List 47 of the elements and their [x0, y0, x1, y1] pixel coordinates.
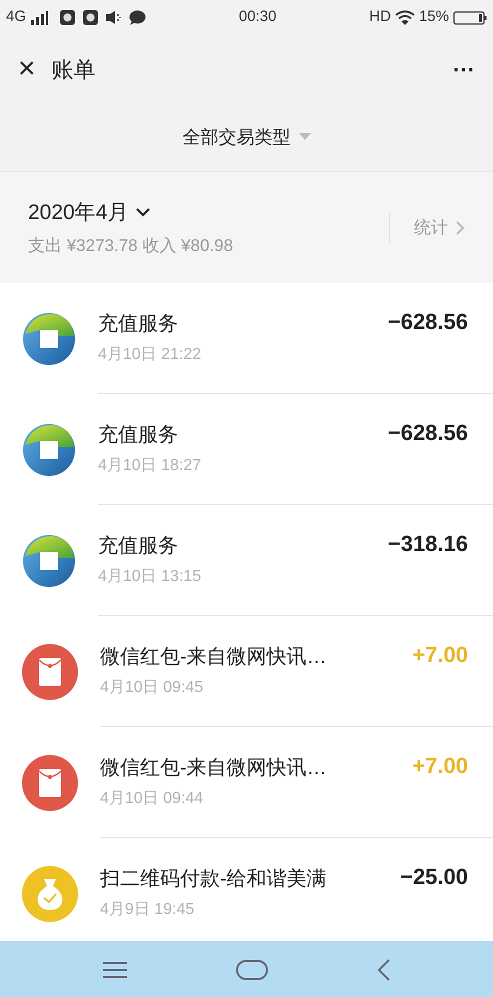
transaction-time: 4月10日 09:44 — [100, 789, 204, 809]
transaction-title: 充值服务 — [98, 423, 179, 448]
envelope-icon — [22, 754, 78, 810]
month-summary: 支出 ¥3273.78 收入 ¥80.98 — [28, 234, 234, 256]
chevron-down-icon — [136, 208, 150, 218]
transaction-amount: +7.00 — [412, 752, 468, 780]
hd-label: HD — [369, 7, 391, 28]
notification-icon — [60, 10, 76, 25]
transaction-time: 4月10日 09:45 — [100, 678, 204, 698]
status-time: 00:30 — [238, 8, 276, 26]
transaction-title: 微信红包-来自微网快讯… — [100, 645, 328, 670]
transaction-amount: −628.56 — [388, 419, 468, 447]
home-icon — [236, 958, 268, 980]
wifi-icon — [394, 10, 415, 25]
transaction-time: 4月9日 19:45 — [100, 900, 196, 920]
battery-percent: 15% — [418, 7, 449, 28]
month-selector[interactable]: 2020年4月 — [28, 197, 150, 228]
chat-icon — [129, 10, 146, 25]
more-button[interactable]: ··· — [453, 52, 475, 86]
transaction-type-filter[interactable]: 全部交易类型 — [182, 124, 310, 150]
chevron-right-icon — [456, 220, 465, 234]
transaction-amount: −25.00 — [400, 863, 468, 891]
money-bag-icon — [22, 866, 78, 922]
notification-icon — [83, 10, 98, 25]
envelope-icon — [22, 644, 78, 700]
transaction-amount: +7.00 — [412, 641, 468, 669]
signal-icon — [30, 10, 48, 24]
menu-icon — [102, 960, 128, 978]
recharge-service-icon — [22, 422, 76, 476]
transaction-title: 扫二维码付款-给和谐美满 — [100, 867, 328, 892]
vibrate-icon — [106, 10, 122, 25]
transaction-title: 微信红包-来自微网快讯… — [100, 756, 328, 781]
battery-icon — [453, 10, 487, 25]
page-title: 账单 — [52, 56, 97, 84]
recharge-service-icon — [22, 312, 76, 366]
dropdown-icon — [298, 133, 310, 141]
transaction-time: 4月10日 13:15 — [98, 567, 202, 587]
close-button[interactable]: × — [18, 54, 36, 84]
transaction-amount: −628.56 — [388, 308, 468, 336]
transaction-title: 充值服务 — [98, 312, 179, 337]
recharge-service-icon — [22, 534, 76, 588]
network-label: 4G — [6, 7, 26, 28]
back-icon — [376, 958, 391, 980]
transaction-title: 充值服务 — [98, 534, 179, 559]
transaction-time: 4月10日 18:27 — [98, 456, 202, 476]
transaction-amount: −318.16 — [388, 530, 468, 558]
transaction-time: 4月10日 21:22 — [98, 345, 202, 365]
